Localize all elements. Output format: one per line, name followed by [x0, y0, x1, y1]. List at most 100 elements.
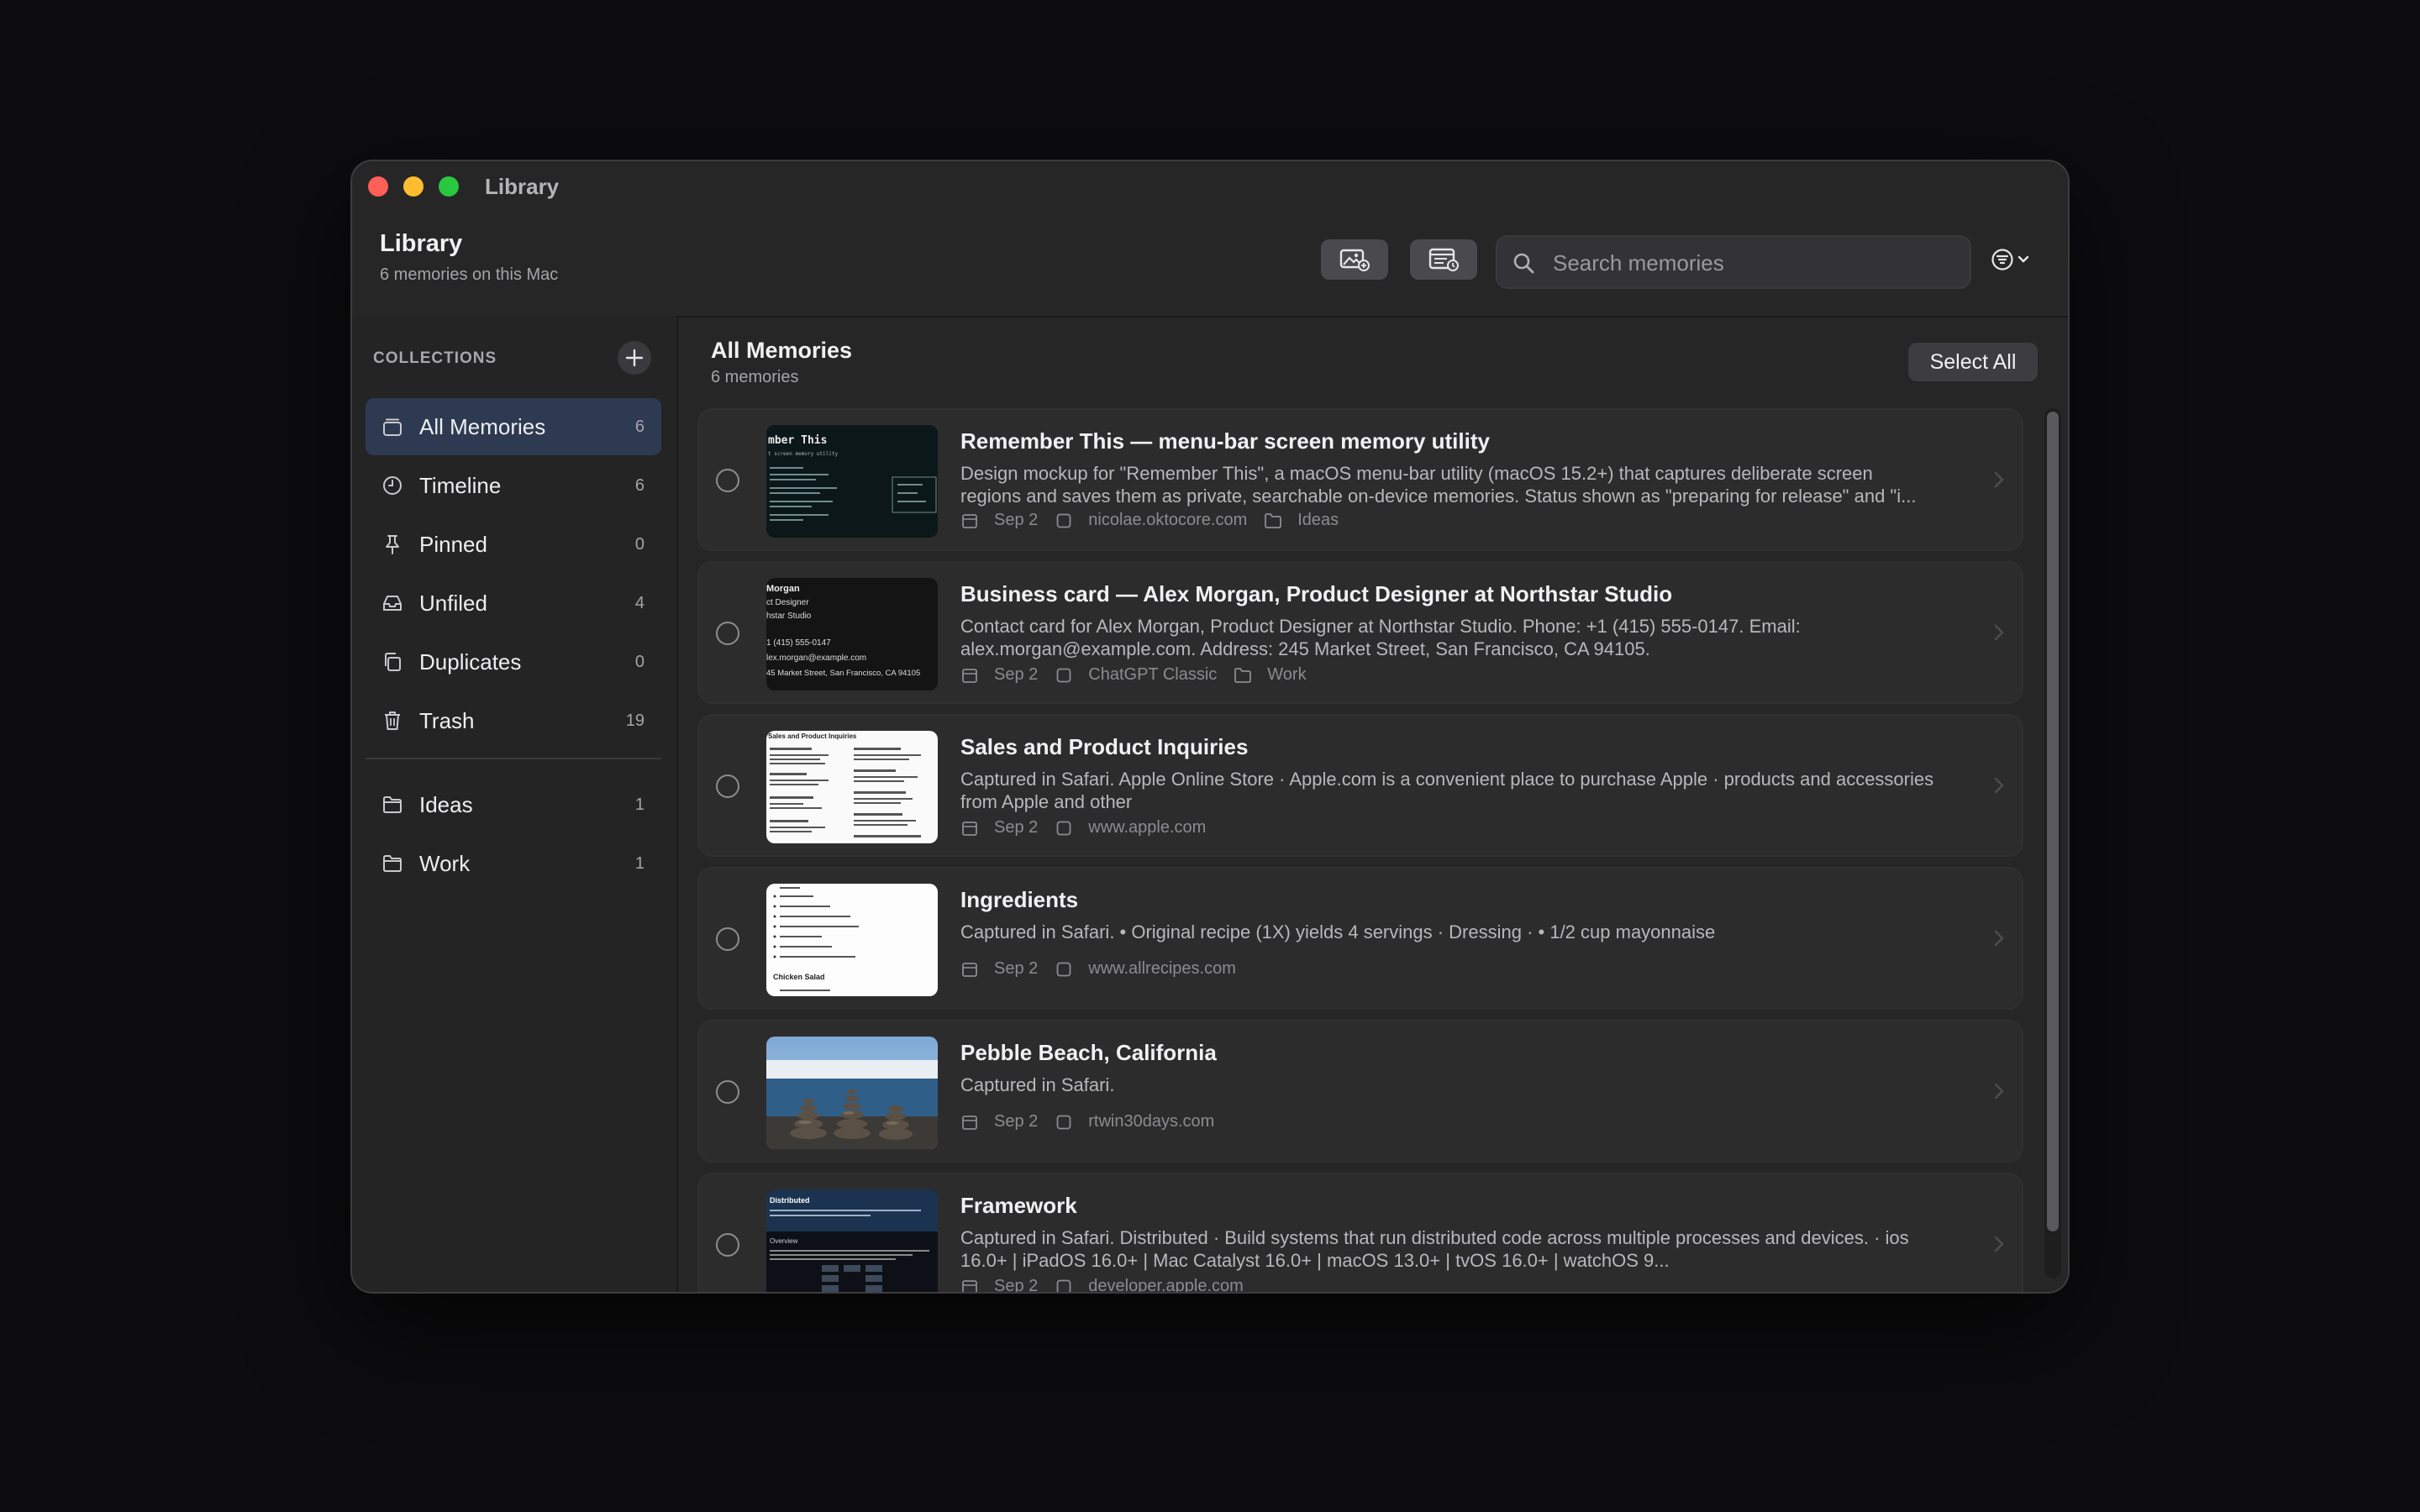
memory-row[interactable]: Morgan ct Designer hstar Studio 1 (415) …	[697, 561, 2023, 704]
memory-description: Design mockup for "Remember This", a mac…	[960, 463, 1917, 507]
calendar-icon	[960, 512, 979, 530]
collections-header: COLLECTIONS	[373, 349, 497, 367]
calendar-icon	[960, 960, 979, 979]
select-radio[interactable]	[716, 774, 739, 798]
select-all-button[interactable]: Select All	[1908, 343, 2038, 381]
memory-description: Captured in Safari. Apple Online Store ·…	[960, 769, 1934, 812]
zoom-window-button[interactable]	[439, 176, 459, 197]
select-radio[interactable]	[716, 927, 739, 951]
sidebar-item-work[interactable]: Work 1	[366, 835, 661, 892]
capture-screen-button[interactable]	[1410, 239, 1477, 280]
sidebar-item-count: 1	[634, 853, 644, 873]
search-input[interactable]	[1551, 237, 1958, 289]
memory-row[interactable]: Chicken Salad Ingredients Captured in Sa…	[697, 867, 2023, 1010]
thumbnail-text: Overview	[770, 1237, 798, 1245]
sidebar-item-label: Pinned	[419, 531, 487, 557]
memory-row[interactable]: Sales and Product Inquiries Sales and Pr…	[697, 714, 2023, 857]
source-icon	[1055, 1278, 1073, 1292]
source-icon	[1055, 819, 1073, 837]
sidebar-item-all-memories[interactable]: All Memories 6	[366, 398, 661, 455]
sidebar-item-label: Timeline	[419, 472, 502, 498]
source-icon	[1055, 1113, 1073, 1131]
clock-icon	[381, 474, 404, 497]
library-header: Library 6 memories on this Mac	[352, 212, 2068, 318]
memory-title: Remember This — menu-bar screen memory u…	[960, 428, 1490, 454]
memory-source: www.apple.com	[1088, 818, 1207, 837]
thumbnail-text: ct Designer	[766, 598, 809, 607]
folder-icon	[381, 852, 404, 875]
sidebar-item-label: Trash	[419, 707, 475, 733]
sidebar-item-ideas[interactable]: Ideas 1	[366, 776, 661, 833]
add-collection-button[interactable]	[618, 341, 651, 375]
memory-source: nicolae.oktocore.com	[1088, 511, 1248, 529]
folder-icon	[381, 793, 404, 816]
sidebar-item-pinned[interactable]: Pinned 0	[366, 516, 661, 573]
sidebar-nav: All Memories 6 Timeline 6 Pinned 0 Unfil…	[366, 398, 661, 894]
thumbnail-text: t screen memory utility	[768, 451, 838, 457]
section-title: All Memories	[711, 338, 853, 363]
vertical-scrollbar[interactable]	[2044, 408, 2061, 1278]
memory-meta: Sep 2 developer.apple.com	[960, 1277, 1260, 1292]
search-field[interactable]	[1496, 235, 1971, 289]
memory-collection: Ideas	[1297, 511, 1339, 529]
chevron-right-icon	[1994, 624, 2004, 641]
memory-source: ChatGPT Classic	[1088, 665, 1218, 684]
thumbnail-text: lex.morgan@example.com	[766, 654, 866, 663]
memory-meta: Sep 2 ChatGPT Classic Work	[960, 665, 1323, 685]
sidebar-item-count: 4	[634, 593, 644, 612]
select-radio[interactable]	[716, 1080, 739, 1104]
add-image-button[interactable]	[1321, 239, 1388, 280]
chevron-down-icon	[2018, 255, 2029, 263]
capture-screen-icon	[1428, 248, 1459, 271]
memory-description: Captured in Safari. Distributed · Build …	[960, 1227, 1909, 1271]
calendar-icon	[960, 666, 979, 685]
memory-source: rtwin30days.com	[1088, 1112, 1215, 1131]
memory-thumbnail: Sales and Product Inquiries	[766, 731, 938, 843]
search-icon	[1513, 253, 1534, 274]
tray-icon	[381, 591, 404, 615]
scrollbar-thumb[interactable]	[2047, 412, 2059, 1231]
add-image-icon	[1339, 249, 1370, 271]
minimize-window-button[interactable]	[403, 176, 424, 197]
select-radio[interactable]	[716, 469, 739, 492]
folder-icon	[1264, 512, 1282, 530]
memory-row[interactable]: Distributed Overview Framework Captured …	[697, 1173, 2023, 1292]
memory-thumbnail: Morgan ct Designer hstar Studio 1 (415) …	[766, 578, 938, 690]
memory-collection: Work	[1267, 665, 1307, 684]
memory-row[interactable]: mber This t screen memory utility Rememb…	[697, 408, 2023, 551]
source-icon	[1055, 960, 1073, 979]
memory-date: Sep 2	[994, 1277, 1039, 1292]
plus-icon	[625, 349, 644, 367]
thumbnail-text: Morgan	[766, 584, 800, 594]
thumbnail-text: mber This	[768, 434, 827, 447]
stack-icon	[381, 415, 404, 438]
trash-icon	[381, 709, 404, 732]
memory-row[interactable]: Pebble Beach, California Captured in Saf…	[697, 1020, 2023, 1163]
memory-title: Business card — Alex Morgan, Product Des…	[960, 581, 1673, 606]
thumbnail-text: Sales and Product Inquiries	[768, 732, 857, 740]
memory-meta: Sep 2 rtwin30days.com	[960, 1112, 1231, 1131]
pin-icon	[381, 533, 404, 556]
sidebar-item-count: 0	[634, 534, 644, 554]
memory-date: Sep 2	[994, 511, 1039, 529]
sidebar-item-unfiled[interactable]: Unfiled 4	[366, 575, 661, 632]
memory-meta: Sep 2 nicolae.oktocore.com Ideas	[960, 511, 1355, 530]
sidebar: COLLECTIONS All Memories 6 Timeline 6 Pi…	[352, 316, 678, 1292]
sidebar-divider	[366, 758, 661, 759]
select-radio[interactable]	[716, 622, 739, 645]
close-window-button[interactable]	[368, 176, 388, 197]
sidebar-item-trash[interactable]: Trash 19	[366, 692, 661, 749]
thumbnail-text: Distributed	[770, 1196, 810, 1205]
memories-pane: All Memories 6 memories Select All mber …	[678, 316, 2068, 1292]
filter-menu-button[interactable]	[1991, 245, 2033, 274]
calendar-icon	[960, 1278, 979, 1292]
title-bar: Library	[352, 161, 2068, 212]
chevron-right-icon	[1994, 471, 2004, 488]
sidebar-item-label: Duplicates	[419, 648, 522, 675]
sidebar-item-timeline[interactable]: Timeline 6	[366, 457, 661, 514]
chevron-right-icon	[1994, 1236, 2004, 1252]
select-radio[interactable]	[716, 1233, 739, 1257]
sidebar-item-duplicates[interactable]: Duplicates 0	[366, 633, 661, 690]
memory-title: Pebble Beach, California	[960, 1040, 1217, 1065]
sidebar-item-count: 6	[634, 475, 644, 495]
